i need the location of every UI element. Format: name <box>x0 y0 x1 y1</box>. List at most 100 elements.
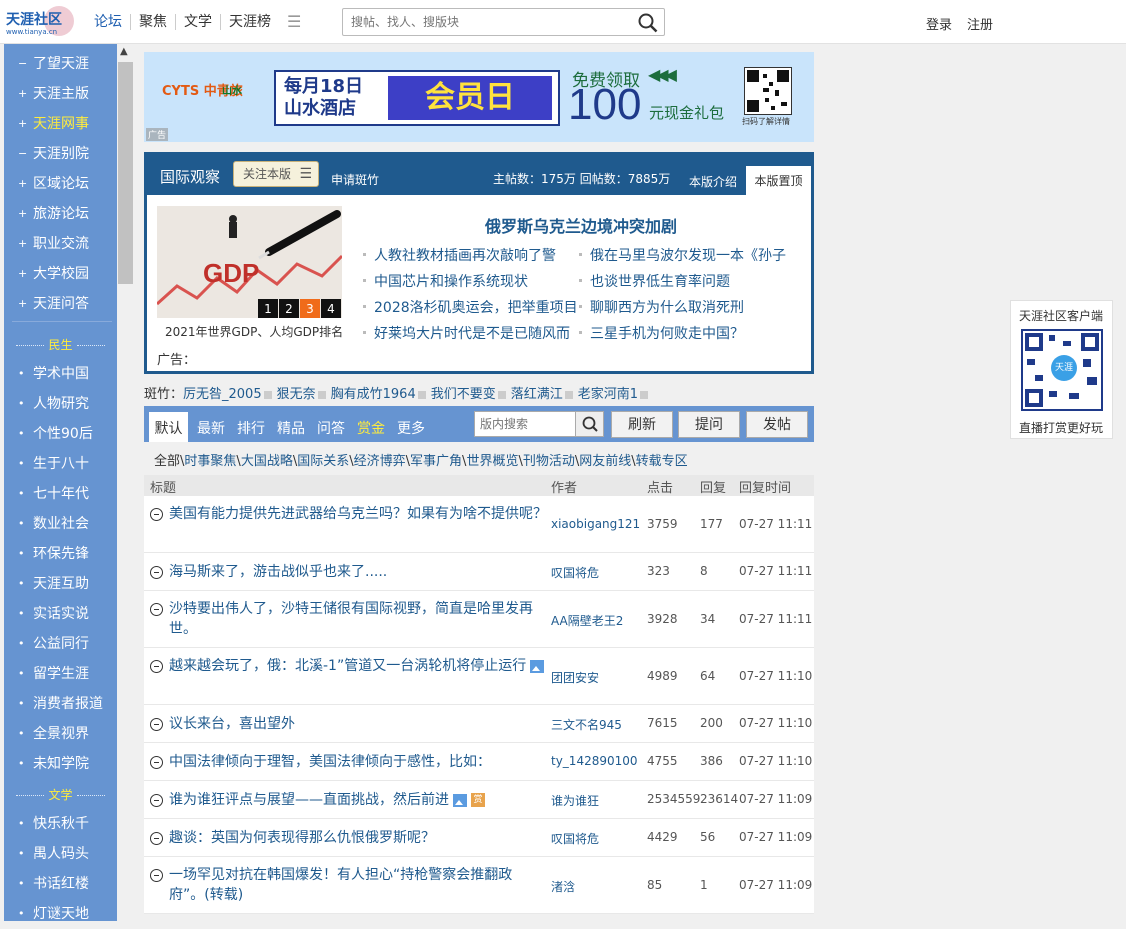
news-link[interactable]: 三星手机为何败走中国？ <box>579 323 744 343</box>
post-title[interactable]: 一场罕见对抗在韩国爆发！有人担心“持枪警察会推翻政府”。(转载) <box>169 867 512 903</box>
post-author[interactable]: xiaobigang121 <box>551 517 640 531</box>
sidebar-scrollbar[interactable]: ▲ <box>117 44 134 921</box>
register-link[interactable]: 注册 <box>967 14 993 33</box>
table-row[interactable]: 越来越会玩了，俄：北溪-1”管道又一台涡轮机将停止运行 团团安安 4989 64 07-… <box>144 648 814 705</box>
sidebar-item[interactable]: • 书话红楼 <box>4 869 117 899</box>
tab-featured[interactable]: 精品 <box>277 418 305 438</box>
featured-caption[interactable]: 2021年世界GDP、人均GDP排名 <box>165 323 343 340</box>
moderator-link[interactable]: 老家河南1 <box>578 387 649 402</box>
post-title[interactable]: 议长来台，喜出望外 <box>169 716 295 732</box>
post-title-cell[interactable]: 美国有能力提供先进武器给乌克兰吗？如果有为啥不提供呢？ <box>169 504 547 524</box>
news-link[interactable]: 好莱坞大片时代是不是已随风而 <box>363 323 570 343</box>
news-link[interactable]: 中国芯片和操作系统现状 <box>363 271 528 291</box>
post-author[interactable]: 渚浛 <box>551 878 575 895</box>
login-link[interactable]: 登录 <box>926 14 952 33</box>
category-link[interactable]: 全部 <box>154 454 180 469</box>
ask-button[interactable]: 提问 <box>678 411 740 438</box>
post-title[interactable]: 沙特要出伟人了，沙特王储很有国际视野，简直是哈里发再世。 <box>169 601 533 637</box>
sidebar-item[interactable]: + 天涯主版 <box>4 79 117 109</box>
news-link[interactable]: 聊聊西方为什么取消死刑 <box>579 297 744 317</box>
sidebar-item[interactable]: + 职业交流 <box>4 229 117 259</box>
featured-image[interactable]: GDP 1 2 3 4 <box>157 206 342 318</box>
tab-more[interactable]: 更多 <box>397 418 425 438</box>
post-title[interactable]: 海马斯来了，游击战似乎也来了..... <box>169 564 387 580</box>
post-title-cell[interactable]: 议长来台，喜出望外 <box>169 714 547 734</box>
news-link[interactable]: 也谈世界低生育率问题 <box>579 271 730 291</box>
sidebar-item[interactable]: + 天涯网事 <box>4 109 117 139</box>
sidebar-item[interactable]: • 快乐秋千 <box>4 809 117 839</box>
tab-qa[interactable]: 问答 <box>317 418 345 438</box>
banner-ad[interactable]: CYTS 中青旅 山水 每月18日 山水酒店 会员日 免费领取 ◀◀◀ 100 元… <box>144 52 814 142</box>
sidebar-item[interactable]: • 消费者报道 <box>4 689 117 719</box>
table-row[interactable]: 议长来台，喜出望外 三文不名945 7615 200 07-27 11:10 <box>144 705 814 743</box>
sidebar-item[interactable]: • 个性90后 <box>4 419 117 449</box>
moderator-link[interactable]: 狠无奈 <box>277 387 326 402</box>
sidebar-item[interactable]: − 天涯别院 <box>4 139 117 169</box>
menu-icon[interactable]: ☰ <box>287 12 301 31</box>
post-title-cell[interactable]: 中国法律倾向于理智，美国法律倾向于感性，比如： <box>169 752 547 772</box>
sidebar-item[interactable]: • 禺人码头 <box>4 839 117 869</box>
slide-page-2[interactable]: 2 <box>279 299 299 318</box>
nav-forum[interactable]: 论坛 <box>86 13 131 30</box>
post-title-cell[interactable]: 谁为谁狂评点与展望——直面挑战，然后前进 赏 <box>169 790 547 810</box>
scroll-up-icon[interactable]: ▲ <box>120 46 128 57</box>
news-link[interactable]: 人教社教材插画再次敲响了警 <box>363 245 556 265</box>
moderator-link[interactable]: 厉无咎_2005 <box>183 387 272 402</box>
tab-board-top[interactable]: 本版置顶 <box>746 166 811 195</box>
sidebar-item[interactable]: • 全景视界 <box>4 719 117 749</box>
post-title[interactable]: 趣谈：英国为何表现得那么仇恨俄罗斯呢？ <box>169 830 435 846</box>
search-icon[interactable] <box>638 13 658 33</box>
sidebar-item[interactable]: • 灯谜天地 <box>4 899 117 929</box>
post-title-cell[interactable]: 一场罕见对抗在韩国爆发！有人担心“持枪警察会推翻政府”。(转载) <box>169 865 547 905</box>
sidebar-item[interactable]: • 环保先锋 <box>4 539 117 569</box>
post-title-cell[interactable]: 越来越会玩了，俄：北溪-1”管道又一台涡轮机将停止运行 <box>169 656 547 676</box>
slide-page-4[interactable]: 4 <box>321 299 341 318</box>
table-row[interactable]: 一场罕见对抗在韩国爆发！有人担心“持枪警察会推翻政府”。(转载) 渚浛 85 1 07-… <box>144 857 814 914</box>
category-link[interactable]: 军事广角 <box>410 454 462 469</box>
post-title[interactable]: 越来越会玩了，俄：北溪-1”管道又一台涡轮机将停止运行 <box>169 658 526 674</box>
sidebar-item[interactable]: • 实话实说 <box>4 599 117 629</box>
category-link[interactable]: 网友前线 <box>579 454 631 469</box>
category-link[interactable]: 时事聚焦 <box>184 454 236 469</box>
sidebar-item[interactable]: • 天涯互助 <box>4 569 117 599</box>
sidebar-item[interactable]: − 了望天涯 <box>4 49 117 79</box>
post-title-cell[interactable]: 海马斯来了，游击战似乎也来了..... <box>169 562 547 582</box>
apply-moderator-link[interactable]: 申请斑竹 <box>331 171 379 188</box>
post-title[interactable]: 谁为谁狂评点与展望——直面挑战，然后前进 <box>169 792 449 808</box>
search-input[interactable] <box>343 9 623 35</box>
table-row[interactable]: 沙特要出伟人了，沙特王储很有国际视野，简直是哈里发再世。 AA隔壁老王2 3928 3… <box>144 591 814 648</box>
board-search-input[interactable] <box>475 412 575 436</box>
sidebar-item[interactable]: • 学术中国 <box>4 359 117 389</box>
news-link[interactable]: 俄在马里乌波尔发现一本《孙子 <box>579 245 786 265</box>
sidebar-item[interactable]: + 旅游论坛 <box>4 199 117 229</box>
category-link[interactable]: 转载专区 <box>636 454 688 469</box>
refresh-button[interactable]: 刷新 <box>611 411 673 438</box>
sidebar-item[interactable]: + 区域论坛 <box>4 169 117 199</box>
sidebar-item[interactable]: • 留学生涯 <box>4 659 117 689</box>
sidebar-item[interactable]: • 数业社会 <box>4 509 117 539</box>
post-title-cell[interactable]: 趣谈：英国为何表现得那么仇恨俄罗斯呢？ <box>169 828 547 848</box>
sidebar-item[interactable]: • 人物研究 <box>4 389 117 419</box>
nav-focus[interactable]: 聚焦 <box>131 13 176 30</box>
sidebar-item[interactable]: • 生于八十 <box>4 449 117 479</box>
category-link[interactable]: 刊物活动 <box>523 454 575 469</box>
tab-ranking[interactable]: 排行 <box>237 418 265 438</box>
news-link[interactable]: 2028洛杉矶奥运会，把举重项目 <box>363 297 578 317</box>
table-row[interactable]: 中国法律倾向于理智，美国法律倾向于感性，比如： ty_142890100 4755 3… <box>144 743 814 781</box>
table-row[interactable]: 美国有能力提供先进武器给乌克兰吗？如果有为啥不提供呢？ xiaobigang121… <box>144 496 814 553</box>
post-author[interactable]: ty_142890100 <box>551 754 638 768</box>
client-app-box[interactable]: 天涯社区客户端 天涯 直播打赏更好玩 <box>1010 300 1113 439</box>
table-row[interactable]: 趣谈：英国为何表现得那么仇恨俄罗斯呢？ 叹国将危 4429 56 07-27 11:09 <box>144 819 814 857</box>
table-row[interactable]: 海马斯来了，游击战似乎也来了..... 叹国将危 323 8 07-27 11:11 <box>144 553 814 591</box>
tianya-logo[interactable]: 天涯社区 www.tianya.cn <box>4 4 76 38</box>
sidebar-item[interactable]: + 天涯问答 <box>4 289 117 319</box>
moderator-link[interactable]: 胸有成竹1964 <box>331 387 426 402</box>
post-author[interactable]: 谁为谁狂 <box>551 792 599 809</box>
tab-board-intro[interactable]: 本版介绍 <box>689 173 737 190</box>
post-title[interactable]: 美国有能力提供先进武器给乌克兰吗？如果有为啥不提供呢？ <box>169 506 547 522</box>
sidebar-item[interactable]: • 未知学院 <box>4 749 117 779</box>
new-post-button[interactable]: 发帖 <box>746 411 808 438</box>
category-link[interactable]: 经济博弈 <box>354 454 406 469</box>
moderator-link[interactable]: 落红满江 <box>511 387 573 402</box>
post-author[interactable]: 团团安安 <box>551 669 599 686</box>
